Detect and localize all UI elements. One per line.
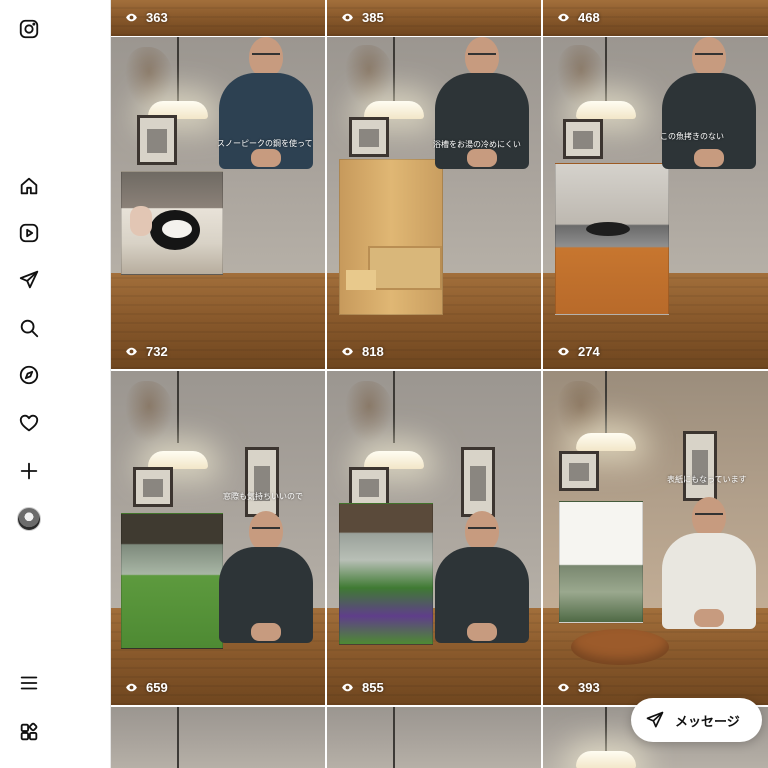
explore-icon[interactable] (14, 360, 44, 390)
eye-icon (558, 347, 569, 356)
reel-caption: この魚拷きのない (660, 132, 724, 141)
create-plus-icon[interactable] (14, 456, 44, 486)
message-button[interactable]: メッセージ (631, 698, 762, 742)
eye-icon (126, 683, 137, 692)
reel-caption: 浴槽をお湯の冷めにくい (433, 140, 521, 149)
reel-tile[interactable]: 855 (327, 371, 541, 705)
reel-tile[interactable] (111, 707, 325, 768)
home-icon[interactable] (14, 171, 44, 201)
instagram-logo-icon[interactable] (14, 14, 44, 44)
notifications-heart-icon[interactable] (14, 408, 44, 438)
reel-tile[interactable]: 窓際も気持ちいいので 659 (111, 371, 325, 705)
direct-message-icon (646, 711, 664, 728)
eye-icon (126, 13, 137, 22)
view-count: 855 (341, 680, 384, 695)
reel-tile[interactable]: 468 (543, 0, 768, 36)
profile-avatar-button[interactable] (14, 504, 44, 534)
view-count: 385 (341, 10, 384, 25)
reel-tile[interactable]: 363 (111, 0, 325, 36)
eye-icon (342, 13, 353, 22)
more-apps-icon[interactable] (14, 717, 44, 747)
reel-tile[interactable]: 385 (327, 0, 541, 36)
reel-caption: スノーピークの鋼を使って (217, 139, 313, 148)
reel-tile[interactable]: 表紙にもなっています 393 (543, 371, 768, 705)
eye-icon (126, 347, 137, 356)
reels-icon[interactable] (14, 218, 44, 248)
reels-grid: 363 385 468 スノーピークの鋼を使って 732 浴槽をお湯の冷めにくい… (111, 0, 768, 768)
reel-tile[interactable]: この魚拷きのない 274 (543, 37, 768, 369)
eye-icon (342, 683, 353, 692)
eye-icon (342, 347, 353, 356)
reel-tile[interactable] (327, 707, 541, 768)
avatar (17, 507, 41, 531)
view-count: 468 (557, 10, 600, 25)
reel-tile[interactable]: スノーピークの鋼を使って 732 (111, 37, 325, 369)
eye-icon (558, 13, 569, 22)
view-count: 363 (125, 10, 168, 25)
eye-icon (558, 683, 569, 692)
menu-icon[interactable] (14, 668, 44, 698)
reel-caption: 窓際も気持ちいいので (223, 492, 303, 501)
message-button-label: メッセージ (675, 713, 740, 729)
view-count: 274 (557, 344, 600, 359)
view-count: 659 (125, 680, 168, 695)
reel-tile[interactable]: 浴槽をお湯の冷めにくい 818 (327, 37, 541, 369)
direct-message-icon[interactable] (14, 265, 44, 295)
reel-caption: 表紙にもなっています (667, 475, 747, 484)
view-count: 732 (125, 344, 168, 359)
view-count: 393 (557, 680, 600, 695)
sidebar (0, 0, 111, 768)
search-icon[interactable] (14, 313, 44, 343)
view-count: 818 (341, 344, 384, 359)
